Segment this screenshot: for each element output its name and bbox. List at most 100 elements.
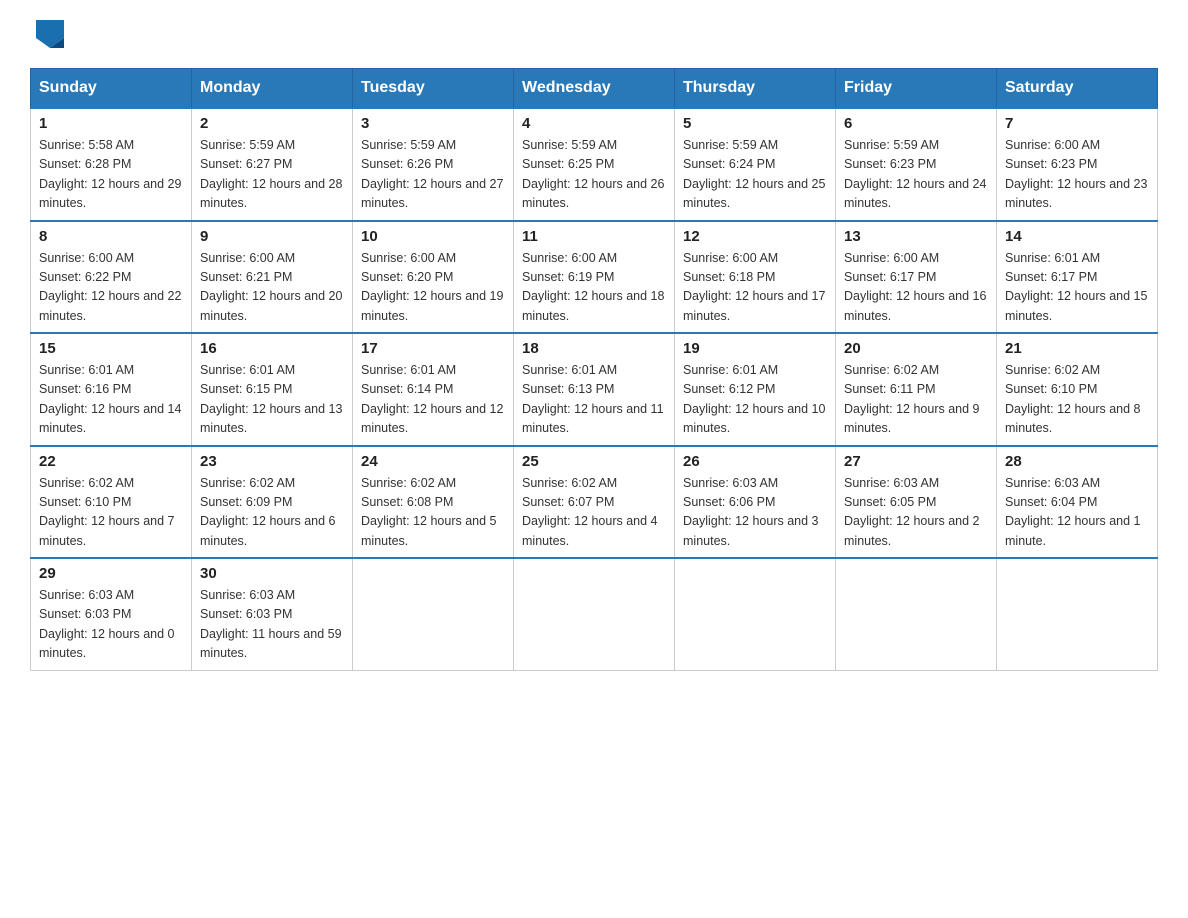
day-number: 22 (39, 453, 183, 470)
day-detail: Sunrise: 6:00 AMSunset: 6:17 PMDaylight:… (844, 251, 986, 323)
day-detail: Sunrise: 5:59 AMSunset: 6:24 PMDaylight:… (683, 138, 825, 210)
day-number: 21 (1005, 340, 1149, 357)
day-number: 4 (522, 115, 666, 132)
calendar-day-cell (353, 558, 514, 670)
day-number: 19 (683, 340, 827, 357)
day-detail: Sunrise: 6:03 AMSunset: 6:03 PMDaylight:… (200, 588, 342, 660)
calendar-day-cell: 27 Sunrise: 6:03 AMSunset: 6:05 PMDaylig… (836, 446, 997, 559)
day-detail: Sunrise: 5:59 AMSunset: 6:27 PMDaylight:… (200, 138, 342, 210)
day-of-week-header: Wednesday (514, 69, 675, 109)
day-detail: Sunrise: 6:00 AMSunset: 6:20 PMDaylight:… (361, 251, 503, 323)
calendar-day-cell: 17 Sunrise: 6:01 AMSunset: 6:14 PMDaylig… (353, 333, 514, 446)
calendar-week-row: 29 Sunrise: 6:03 AMSunset: 6:03 PMDaylig… (31, 558, 1158, 670)
day-number: 29 (39, 565, 183, 582)
day-number: 6 (844, 115, 988, 132)
day-number: 26 (683, 453, 827, 470)
day-of-week-header: Friday (836, 69, 997, 109)
day-number: 16 (200, 340, 344, 357)
day-detail: Sunrise: 6:01 AMSunset: 6:15 PMDaylight:… (200, 363, 342, 435)
day-detail: Sunrise: 6:01 AMSunset: 6:16 PMDaylight:… (39, 363, 181, 435)
day-number: 25 (522, 453, 666, 470)
calendar-day-cell: 30 Sunrise: 6:03 AMSunset: 6:03 PMDaylig… (192, 558, 353, 670)
calendar-day-cell: 1 Sunrise: 5:58 AMSunset: 6:28 PMDayligh… (31, 108, 192, 221)
day-detail: Sunrise: 5:58 AMSunset: 6:28 PMDaylight:… (39, 138, 181, 210)
calendar-day-cell: 6 Sunrise: 5:59 AMSunset: 6:23 PMDayligh… (836, 108, 997, 221)
calendar-week-row: 8 Sunrise: 6:00 AMSunset: 6:22 PMDayligh… (31, 221, 1158, 334)
calendar-day-cell: 16 Sunrise: 6:01 AMSunset: 6:15 PMDaylig… (192, 333, 353, 446)
calendar-day-cell: 25 Sunrise: 6:02 AMSunset: 6:07 PMDaylig… (514, 446, 675, 559)
calendar-day-cell: 28 Sunrise: 6:03 AMSunset: 6:04 PMDaylig… (997, 446, 1158, 559)
day-detail: Sunrise: 6:01 AMSunset: 6:13 PMDaylight:… (522, 363, 664, 435)
day-number: 17 (361, 340, 505, 357)
day-number: 7 (1005, 115, 1149, 132)
header (30, 20, 1158, 48)
calendar-day-cell: 14 Sunrise: 6:01 AMSunset: 6:17 PMDaylig… (997, 221, 1158, 334)
day-detail: Sunrise: 5:59 AMSunset: 6:26 PMDaylight:… (361, 138, 503, 210)
calendar-day-cell: 5 Sunrise: 5:59 AMSunset: 6:24 PMDayligh… (675, 108, 836, 221)
day-detail: Sunrise: 6:00 AMSunset: 6:23 PMDaylight:… (1005, 138, 1147, 210)
calendar-day-cell: 11 Sunrise: 6:00 AMSunset: 6:19 PMDaylig… (514, 221, 675, 334)
calendar-day-cell: 19 Sunrise: 6:01 AMSunset: 6:12 PMDaylig… (675, 333, 836, 446)
day-detail: Sunrise: 6:02 AMSunset: 6:09 PMDaylight:… (200, 476, 336, 548)
day-detail: Sunrise: 5:59 AMSunset: 6:23 PMDaylight:… (844, 138, 986, 210)
day-of-week-header: Thursday (675, 69, 836, 109)
day-number: 3 (361, 115, 505, 132)
calendar-day-cell: 15 Sunrise: 6:01 AMSunset: 6:16 PMDaylig… (31, 333, 192, 446)
day-detail: Sunrise: 6:03 AMSunset: 6:03 PMDaylight:… (39, 588, 175, 660)
day-of-week-header: Tuesday (353, 69, 514, 109)
day-number: 10 (361, 228, 505, 245)
day-detail: Sunrise: 6:02 AMSunset: 6:10 PMDaylight:… (1005, 363, 1141, 435)
calendar-week-row: 22 Sunrise: 6:02 AMSunset: 6:10 PMDaylig… (31, 446, 1158, 559)
day-detail: Sunrise: 6:00 AMSunset: 6:18 PMDaylight:… (683, 251, 825, 323)
day-number: 2 (200, 115, 344, 132)
day-detail: Sunrise: 6:00 AMSunset: 6:22 PMDaylight:… (39, 251, 181, 323)
calendar-week-row: 15 Sunrise: 6:01 AMSunset: 6:16 PMDaylig… (31, 333, 1158, 446)
day-number: 15 (39, 340, 183, 357)
day-detail: Sunrise: 6:01 AMSunset: 6:14 PMDaylight:… (361, 363, 503, 435)
day-number: 13 (844, 228, 988, 245)
logo-icon (36, 20, 64, 48)
day-detail: Sunrise: 6:01 AMSunset: 6:17 PMDaylight:… (1005, 251, 1147, 323)
day-of-week-header: Sunday (31, 69, 192, 109)
day-number: 30 (200, 565, 344, 582)
calendar-day-cell (836, 558, 997, 670)
calendar-day-cell: 18 Sunrise: 6:01 AMSunset: 6:13 PMDaylig… (514, 333, 675, 446)
day-number: 28 (1005, 453, 1149, 470)
day-detail: Sunrise: 6:00 AMSunset: 6:19 PMDaylight:… (522, 251, 664, 323)
day-detail: Sunrise: 6:02 AMSunset: 6:10 PMDaylight:… (39, 476, 175, 548)
day-number: 20 (844, 340, 988, 357)
calendar-day-cell: 2 Sunrise: 5:59 AMSunset: 6:27 PMDayligh… (192, 108, 353, 221)
day-number: 24 (361, 453, 505, 470)
day-number: 11 (522, 228, 666, 245)
calendar-day-cell: 13 Sunrise: 6:00 AMSunset: 6:17 PMDaylig… (836, 221, 997, 334)
day-detail: Sunrise: 6:02 AMSunset: 6:07 PMDaylight:… (522, 476, 658, 548)
day-number: 1 (39, 115, 183, 132)
calendar-header-row: SundayMondayTuesdayWednesdayThursdayFrid… (31, 69, 1158, 109)
day-number: 9 (200, 228, 344, 245)
calendar-day-cell (514, 558, 675, 670)
day-detail: Sunrise: 6:02 AMSunset: 6:08 PMDaylight:… (361, 476, 497, 548)
day-detail: Sunrise: 6:02 AMSunset: 6:11 PMDaylight:… (844, 363, 980, 435)
day-number: 14 (1005, 228, 1149, 245)
day-number: 18 (522, 340, 666, 357)
day-of-week-header: Saturday (997, 69, 1158, 109)
calendar-day-cell: 12 Sunrise: 6:00 AMSunset: 6:18 PMDaylig… (675, 221, 836, 334)
calendar-day-cell: 10 Sunrise: 6:00 AMSunset: 6:20 PMDaylig… (353, 221, 514, 334)
calendar-table: SundayMondayTuesdayWednesdayThursdayFrid… (30, 68, 1158, 671)
day-number: 5 (683, 115, 827, 132)
calendar-day-cell: 20 Sunrise: 6:02 AMSunset: 6:11 PMDaylig… (836, 333, 997, 446)
calendar-day-cell: 22 Sunrise: 6:02 AMSunset: 6:10 PMDaylig… (31, 446, 192, 559)
calendar-day-cell: 8 Sunrise: 6:00 AMSunset: 6:22 PMDayligh… (31, 221, 192, 334)
calendar-day-cell: 26 Sunrise: 6:03 AMSunset: 6:06 PMDaylig… (675, 446, 836, 559)
day-number: 23 (200, 453, 344, 470)
day-number: 12 (683, 228, 827, 245)
day-detail: Sunrise: 6:03 AMSunset: 6:05 PMDaylight:… (844, 476, 980, 548)
calendar-day-cell: 4 Sunrise: 5:59 AMSunset: 6:25 PMDayligh… (514, 108, 675, 221)
day-of-week-header: Monday (192, 69, 353, 109)
day-number: 8 (39, 228, 183, 245)
calendar-day-cell: 9 Sunrise: 6:00 AMSunset: 6:21 PMDayligh… (192, 221, 353, 334)
calendar-day-cell (675, 558, 836, 670)
calendar-day-cell: 7 Sunrise: 6:00 AMSunset: 6:23 PMDayligh… (997, 108, 1158, 221)
day-detail: Sunrise: 6:01 AMSunset: 6:12 PMDaylight:… (683, 363, 825, 435)
calendar-week-row: 1 Sunrise: 5:58 AMSunset: 6:28 PMDayligh… (31, 108, 1158, 221)
